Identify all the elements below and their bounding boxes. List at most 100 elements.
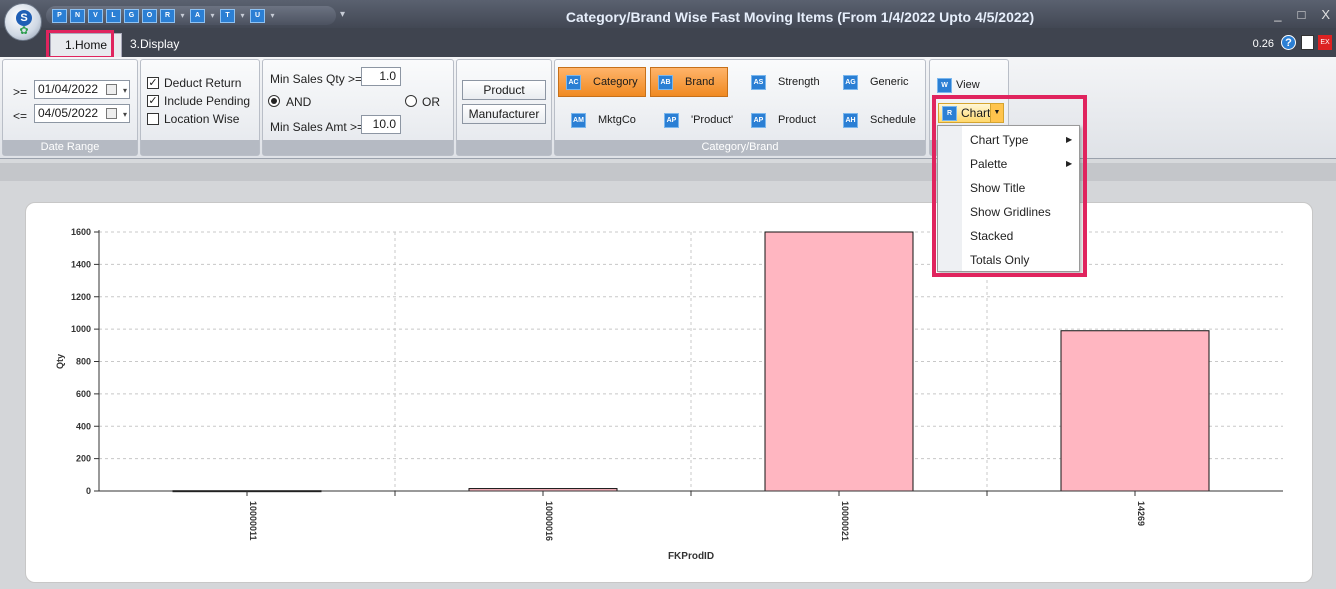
y-tick-label: 1600 [71, 227, 91, 237]
min-amt-label: Min Sales Amt >= [270, 120, 365, 134]
mktgco-button[interactable]: AM MktgCo [564, 105, 648, 135]
chevron-down-icon[interactable]: ▾ [178, 11, 187, 20]
quick-access-o-icon[interactable]: O [142, 8, 157, 23]
calendar-icon[interactable] [106, 84, 117, 95]
brand-label: Brand [685, 76, 715, 88]
menu-item-show-title[interactable]: Show Title [970, 181, 1025, 195]
chevron-down-icon[interactable]: ▼ [990, 104, 1003, 122]
chart-button[interactable]: R Chart ▼ [938, 103, 1004, 123]
y-tick-label: 1000 [71, 324, 91, 334]
generic-button[interactable]: AG Generic [836, 67, 920, 97]
quick-access-l-icon[interactable]: L [106, 8, 121, 23]
deduct-return-label: Deduct Return [164, 76, 242, 90]
deduct-return-checkbox[interactable]: ✓ [147, 77, 159, 89]
or-label: OR [422, 95, 440, 109]
menu-icon-strip [938, 126, 962, 271]
menu-item-show-gridlines[interactable]: Show Gridlines [970, 205, 1051, 219]
y-tick-label: 200 [76, 454, 91, 464]
menu-item-stacked[interactable]: Stacked [970, 229, 1013, 243]
x-tick-label: 14269 [1136, 501, 1146, 526]
category-icon: AC [566, 74, 581, 90]
chart-icon: R [942, 105, 957, 121]
close-button[interactable]: X [1321, 7, 1330, 22]
chart-menu: Chart Type ▶ Palette ▶ Show Title Show G… [937, 125, 1080, 272]
chevron-down-icon[interactable]: ▾ [208, 11, 217, 20]
quick-access-p-icon[interactable]: P [52, 8, 67, 23]
schedule-button[interactable]: AH Schedule [836, 105, 920, 135]
bar-10000021 [764, 231, 914, 492]
include-pending-label: Include Pending [164, 94, 251, 108]
customize-toolbar-icon[interactable]: ▾ [340, 9, 345, 20]
menu-item-totals-only[interactable]: Totals Only [970, 253, 1029, 267]
window-controls: _ □ X [1274, 7, 1330, 22]
groupby-group: Product Manufacturer [456, 59, 552, 156]
filters-footer [263, 140, 453, 155]
strength-button[interactable]: AS Strength [744, 67, 828, 97]
date-range-label: Date Range [3, 140, 137, 155]
min-qty-label: Min Sales Qty >= [270, 72, 363, 86]
chevron-down-icon[interactable]: ▾ [268, 11, 277, 20]
help-icon[interactable]: ? [1281, 35, 1296, 50]
quick-access-u-icon[interactable]: U [250, 8, 265, 23]
menu-item-palette[interactable]: Palette [970, 157, 1007, 171]
product-ribbon-button[interactable]: AP Product [744, 105, 828, 135]
x-tick-label: 10000021 [840, 501, 850, 541]
product-quoted-label: 'Product' [691, 114, 734, 126]
category-button[interactable]: AC Category [558, 67, 646, 97]
tab-highlight [46, 30, 114, 59]
app-logo-icon[interactable]: S ✿ [4, 3, 42, 41]
options-group: ✓ Deduct Return ✓ Include Pending Locati… [140, 59, 260, 156]
from-date-field[interactable]: 01/04/2022 ▾ [34, 80, 130, 99]
chevron-down-icon[interactable]: ▾ [123, 82, 127, 99]
maximize-button[interactable]: □ [1297, 7, 1305, 22]
quick-access-r-icon[interactable]: R [160, 8, 175, 23]
view-icon: W [937, 77, 952, 93]
strength-label: Strength [778, 76, 820, 88]
submenu-arrow-icon: ▶ [1066, 135, 1073, 144]
tab-display[interactable]: 3.Display [116, 33, 193, 57]
brand-button[interactable]: AB Brand [650, 67, 728, 97]
to-date-field[interactable]: 04/05/2022 ▾ [34, 104, 130, 123]
exit-icon[interactable]: EX [1318, 35, 1332, 50]
to-date-value: 04/05/2022 [38, 106, 99, 120]
ribbon: >= 01/04/2022 ▾ <= 04/05/2022 ▾ Date Ran… [0, 57, 1336, 159]
submenu-arrow-icon: ▶ [1066, 159, 1073, 168]
or-radio[interactable] [405, 95, 417, 107]
quick-access-g-icon[interactable]: G [124, 8, 139, 23]
product-quoted-button[interactable]: AP 'Product' [657, 105, 741, 135]
schedule-label: Schedule [870, 114, 916, 126]
to-prefix: <= [13, 109, 28, 123]
menu-item-chart-type[interactable]: Chart Type [970, 133, 1028, 147]
view-button[interactable]: W View [933, 75, 1003, 95]
location-wise-label: Location Wise [164, 112, 240, 126]
min-qty-input[interactable]: 1.0 [361, 67, 401, 86]
tab-bar: 1.Home 3.Display [0, 28, 1336, 58]
quick-access-v-icon[interactable]: V [88, 8, 103, 23]
category-brand-group: AC Category AB Brand AS Strength AG Gene… [554, 59, 926, 156]
chevron-down-icon[interactable]: ▾ [123, 106, 127, 123]
product-button[interactable]: Product [462, 80, 546, 100]
and-radio[interactable] [268, 95, 280, 107]
min-amt-input[interactable]: 10.0 [361, 115, 401, 134]
product-quoted-icon: AP [664, 112, 679, 128]
chevron-down-icon[interactable]: ▾ [238, 11, 247, 20]
view-label: View [956, 79, 980, 91]
schedule-icon: AH [843, 112, 858, 128]
y-tick-label: 800 [76, 357, 91, 367]
bar-chart: 0 200 400 600 800 1000 1200 1400 1600 10000011 100… [55, 227, 1283, 562]
document-icon[interactable] [1301, 35, 1314, 50]
bar-14269 [1060, 330, 1210, 492]
quick-access-a-icon[interactable]: A [190, 8, 205, 23]
chart-label: Chart [961, 106, 991, 120]
quick-access-t-icon[interactable]: T [220, 8, 235, 23]
strength-icon: AS [751, 74, 766, 90]
from-prefix: >= [13, 85, 28, 99]
generic-label: Generic [870, 76, 909, 88]
quick-access-n-icon[interactable]: N [70, 8, 85, 23]
options-footer [141, 140, 259, 155]
include-pending-checkbox[interactable]: ✓ [147, 95, 159, 107]
location-wise-checkbox[interactable] [147, 113, 159, 125]
calendar-icon[interactable] [106, 108, 117, 119]
manufacturer-button[interactable]: Manufacturer [462, 104, 546, 124]
minimize-button[interactable]: _ [1274, 7, 1281, 22]
